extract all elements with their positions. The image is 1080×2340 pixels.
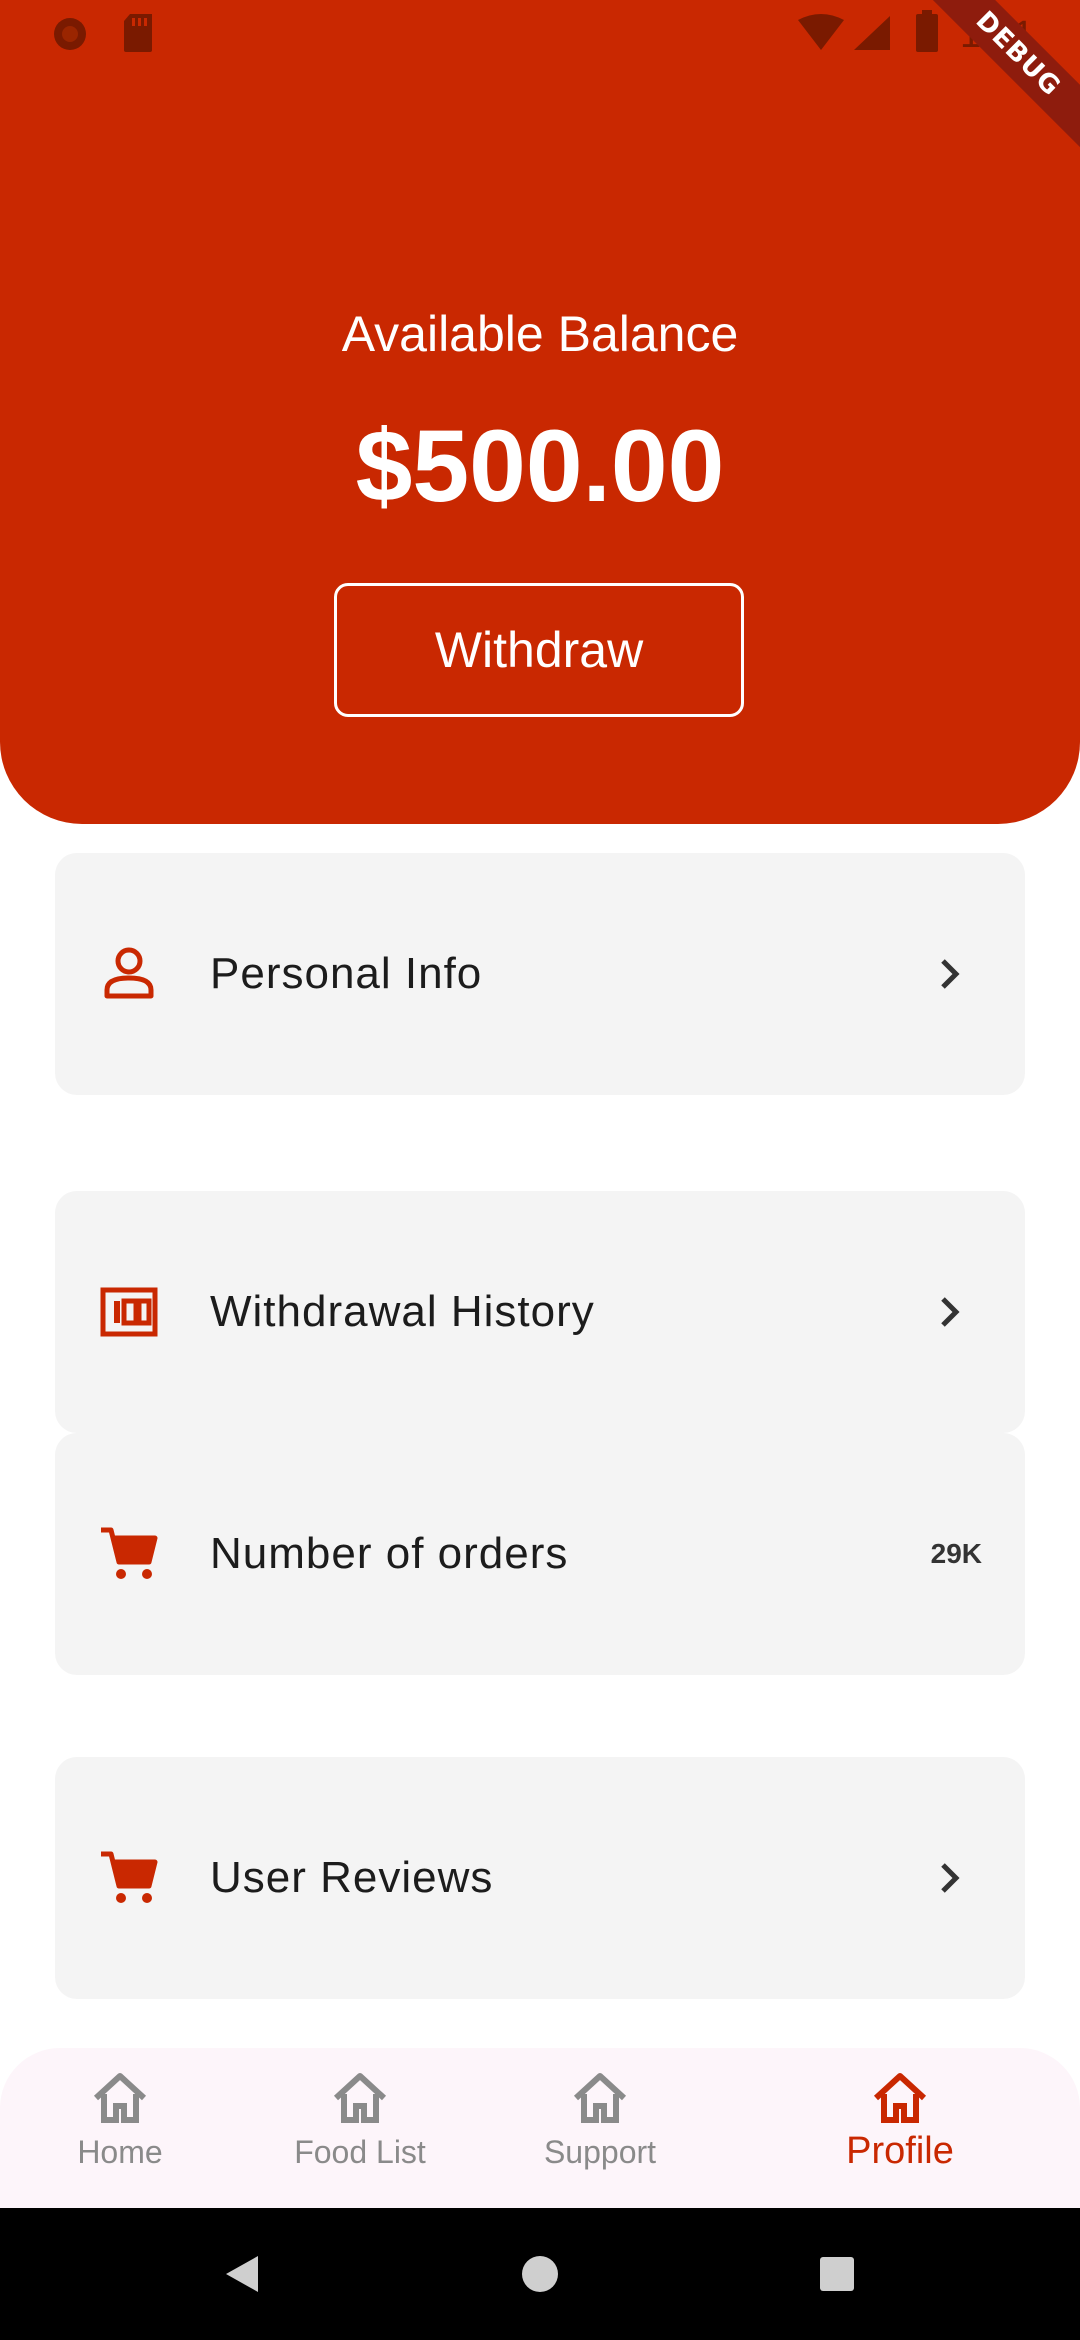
menu-item-label: User Reviews [210, 1853, 494, 1902]
menu-item-user-reviews[interactable]: User Reviews [55, 1757, 1025, 1999]
nav-label: Support [543, 2134, 657, 2170]
debug-banner: DEBUG [917, 0, 1080, 155]
nav-tab-food-list[interactable]: Food List [270, 2048, 450, 2208]
chevron-right-icon [941, 1297, 960, 1327]
menu-item-number-of-orders[interactable]: Number of orders 29K [55, 1433, 1025, 1675]
signal-icon [854, 16, 890, 50]
cart-icon [101, 1851, 158, 1903]
chevron-right-icon [941, 959, 960, 989]
battery-icon [916, 10, 938, 52]
back-icon[interactable] [222, 2254, 262, 2294]
menu-item-label: Number of orders [210, 1529, 569, 1578]
person-icon [104, 947, 154, 999]
balance-amount: $500.00 [355, 409, 725, 523]
menu-item-personal-info[interactable]: Personal Info [55, 853, 1025, 1095]
nav-label: Home [77, 2134, 163, 2170]
chevron-right-icon [941, 1863, 960, 1893]
nav-label: Food List [294, 2134, 426, 2170]
wifi-icon [798, 14, 844, 50]
recents-icon[interactable] [818, 2255, 856, 2293]
bottom-nav: Home Food List Support Profile [0, 2048, 1080, 2208]
home-circle-icon[interactable] [520, 2254, 560, 2294]
balance-label: Available Balance [341, 306, 739, 362]
sd-card-icon [124, 14, 152, 52]
home-icon [573, 2073, 627, 2123]
withdraw-button-label: Withdraw [434, 622, 644, 678]
cart-icon [101, 1527, 158, 1579]
menu-item-label: Withdrawal History [210, 1287, 595, 1336]
record-icon [54, 18, 86, 50]
orders-count: 29K [930, 1538, 982, 1569]
home-icon [873, 2073, 927, 2123]
home-icon [93, 2073, 147, 2123]
menu-item-label: Personal Info [210, 949, 483, 998]
money-icon [100, 1287, 158, 1337]
system-nav-bar [0, 2208, 1080, 2340]
nav-tab-support[interactable]: Support [510, 2048, 690, 2208]
nav-tab-profile[interactable]: Profile [800, 2048, 1000, 2208]
menu-item-withdrawal-history[interactable]: Withdrawal History [55, 1191, 1025, 1433]
nav-label: Profile [846, 2130, 954, 2172]
home-icon [333, 2073, 387, 2123]
withdraw-button[interactable]: Withdraw [334, 583, 744, 717]
status-bar: 1:21 DEBUG [0, 0, 1080, 155]
nav-tab-home[interactable]: Home [30, 2048, 210, 2208]
balance-header: 1:21 DEBUG Available Balance $500.00 Wit… [0, 0, 1080, 824]
